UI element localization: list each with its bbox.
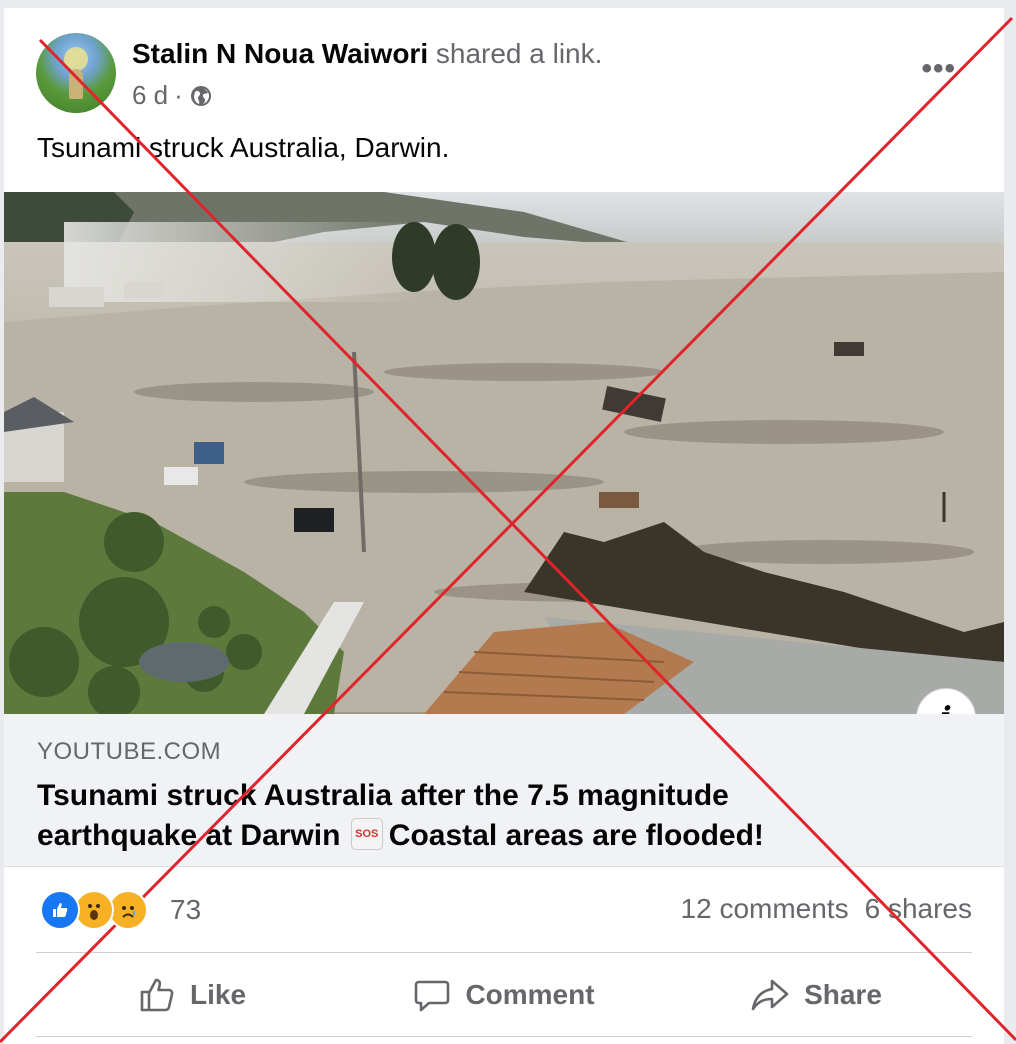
comment-button[interactable]: Comment xyxy=(348,954,660,1036)
like-reaction-icon xyxy=(40,890,80,930)
meta-separator: · xyxy=(174,80,183,110)
post-text: Tsunami struck Australia, Darwin. xyxy=(37,132,450,163)
tsunami-scene xyxy=(4,192,1004,714)
sad-reaction-icon xyxy=(108,890,148,930)
link-thumbnail-image[interactable] xyxy=(4,192,1004,714)
sos-emoji-icon: SOS xyxy=(350,818,383,851)
comments-count-link[interactable]: 12 comments xyxy=(681,893,849,925)
link-title-part-a: earthquake at Darwin xyxy=(37,819,341,852)
share-label: Share xyxy=(804,979,882,1010)
action-bar: Like Comment Share xyxy=(36,954,972,1036)
share-button[interactable]: Share xyxy=(660,954,972,1036)
like-icon xyxy=(140,978,174,1012)
share-icon xyxy=(751,979,789,1011)
author-name[interactable]: Stalin N Noua Waiwori xyxy=(132,38,428,69)
comment-label: Comment xyxy=(465,979,595,1010)
reactions-summary[interactable]: 73 xyxy=(40,890,201,930)
avatar[interactable] xyxy=(36,33,116,113)
divider-top xyxy=(36,952,972,953)
post-header: Stalin N Noua Waiwori shared a link. xyxy=(132,38,602,70)
link-title[interactable]: Tsunami struck Australia after the 7.5 m… xyxy=(37,776,937,856)
share-action-text: shared a link. xyxy=(435,38,603,69)
more-options-icon[interactable]: ••• xyxy=(921,52,956,86)
link-domain: YOUTUBE.COM xyxy=(37,738,222,765)
comment-icon xyxy=(415,980,450,1012)
link-title-line-2: earthquake at Darwin SOS Coastal areas ar… xyxy=(37,816,937,856)
wow-reaction-icon xyxy=(74,890,114,930)
globe-icon[interactable] xyxy=(189,84,213,108)
link-title-line-1: Tsunami struck Australia after the 7.5 m… xyxy=(37,779,729,812)
post-meta: 6 d · xyxy=(132,80,213,111)
reactions-count: 73 xyxy=(170,894,202,925)
like-button[interactable]: Like xyxy=(36,954,348,1036)
shares-count-link[interactable]: 6 shares xyxy=(865,893,972,925)
link-preview[interactable]: YOUTUBE.COM Tsunami struck Australia aft… xyxy=(4,714,1004,867)
engagement-stats: 12 comments 6 shares xyxy=(681,893,972,925)
divider-bottom xyxy=(36,1036,972,1037)
link-title-part-b: Coastal areas are flooded! xyxy=(388,819,764,852)
post-card: Stalin N Noua Waiwori shared a link. 6 d… xyxy=(4,8,1004,1044)
like-label: Like xyxy=(189,979,247,1010)
post-time[interactable]: 6 d xyxy=(132,80,168,111)
